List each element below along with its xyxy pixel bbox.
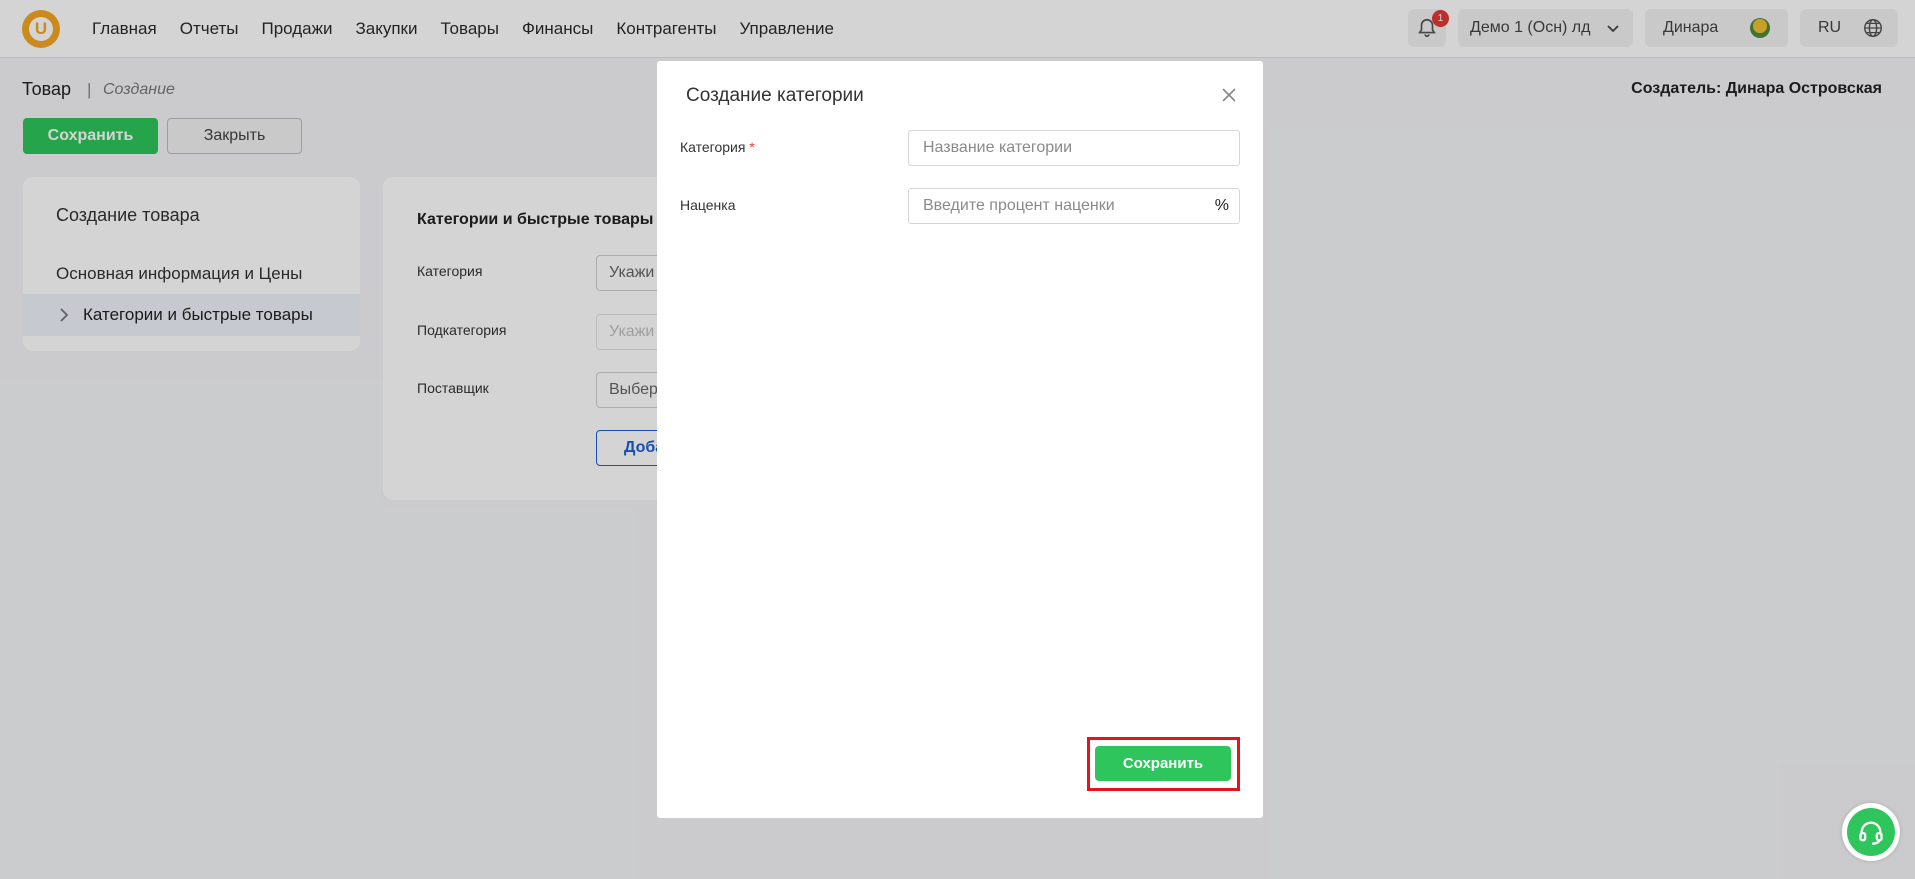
headset-icon (1859, 821, 1883, 845)
support-chat-button[interactable] (1842, 803, 1900, 861)
markup-label: Наценка (680, 197, 736, 213)
markup-placeholder: Введите процент наценки (923, 197, 1115, 214)
modal-title: Создание категории (686, 85, 864, 106)
modal-save-button[interactable]: Сохранить (1095, 746, 1231, 781)
support-circle (1847, 808, 1895, 856)
close-icon[interactable] (1221, 87, 1237, 103)
markup-input[interactable]: Введите процент наценки % (908, 188, 1240, 224)
percent-suffix: % (1214, 197, 1229, 214)
category-name-label: Категория * (680, 139, 755, 155)
category-name-input[interactable]: Название категории (908, 130, 1240, 166)
required-mark: * (749, 139, 755, 155)
create-category-modal: Создание категории Категория * Название … (657, 61, 1263, 818)
category-name-label-text: Категория (680, 139, 746, 155)
